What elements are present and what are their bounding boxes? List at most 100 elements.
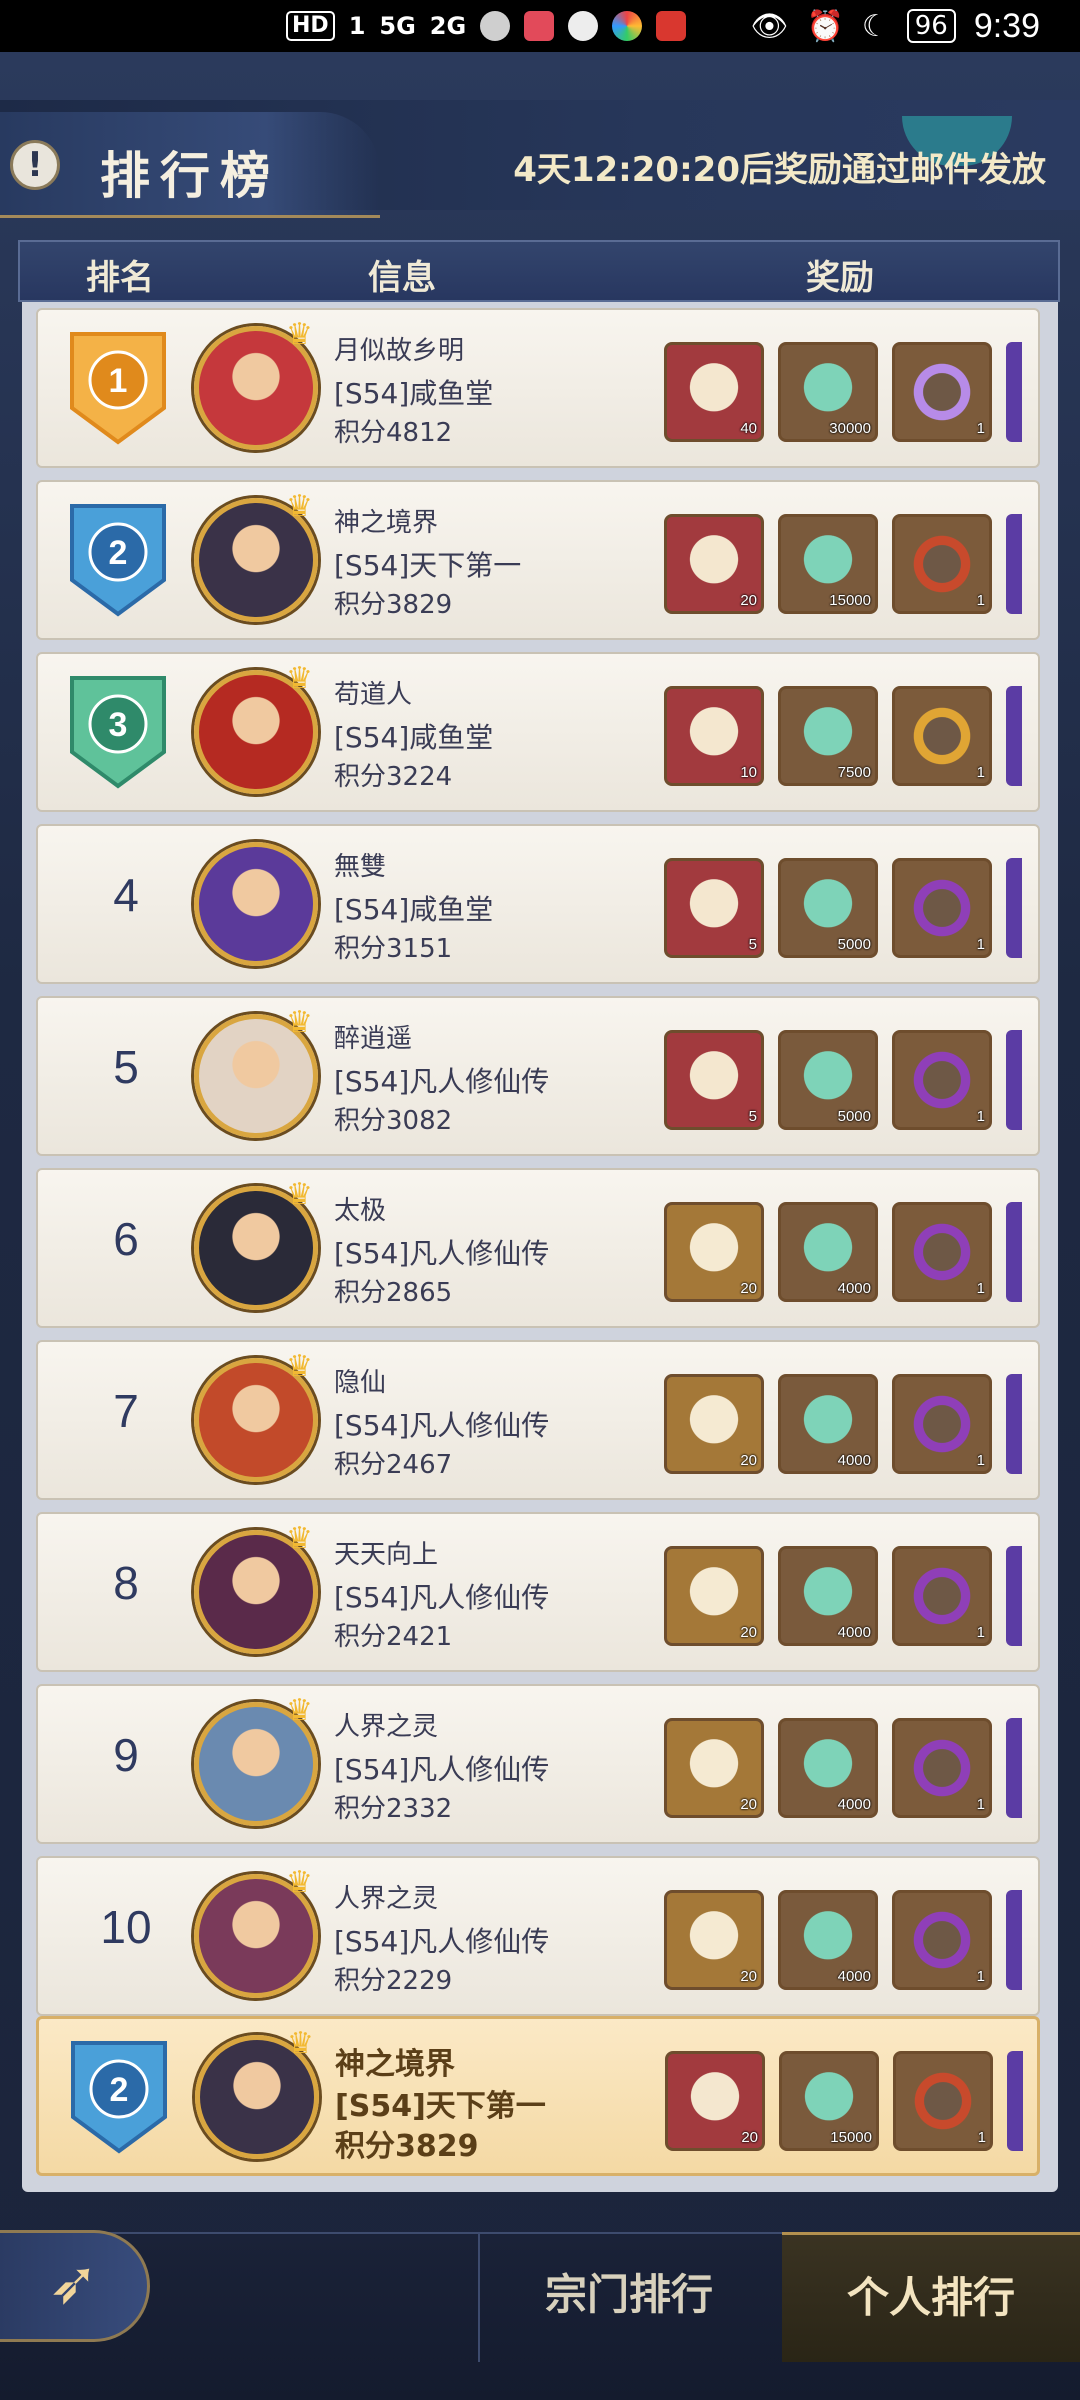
player-guild: [S54]凡人修仙传 (334, 1753, 550, 1786)
scroll-reward-icon[interactable]: 5 (664, 1030, 764, 1130)
app-notification-icon (568, 11, 599, 41)
leaderboard-row[interactable]: 8 ♛ 天天向上 [S54]凡人修仙传 积分2421 20 4000 1 (36, 1512, 1040, 1672)
rank-number: 7 (113, 1385, 139, 1437)
reward-quantity: 10 (740, 764, 757, 781)
svg-text:2: 2 (109, 534, 128, 572)
more-rewards-edge (1006, 686, 1022, 786)
reward-quantity: 1 (976, 1280, 985, 1297)
ring-reward-icon[interactable]: 1 (892, 1202, 992, 1302)
signal-2g: 2G (429, 12, 467, 40)
ring-reward-icon[interactable]: 1 (893, 2051, 993, 2151)
player-score: 积分3829 (335, 2129, 479, 2164)
column-header-rank: 排名 (86, 258, 154, 298)
svg-text:2: 2 (110, 2071, 129, 2109)
leaderboard-row[interactable]: 9 ♛ 人界之灵 [S54]凡人修仙传 积分2332 20 4000 1 (36, 1684, 1040, 1844)
player-score: 积分4812 (334, 418, 453, 448)
scroll-reward-icon[interactable]: 20 (664, 514, 764, 614)
signal-5g: 5G (379, 12, 416, 40)
player-guild: [S54]咸鱼堂 (334, 721, 494, 754)
jade-reward-icon[interactable]: 4000 (778, 1202, 878, 1302)
reward-quantity: 4000 (837, 1452, 871, 1469)
player-score: 积分2865 (334, 1278, 453, 1308)
reward-quantity: 1 (976, 936, 985, 953)
scroll-reward-icon[interactable]: 5 (664, 858, 764, 958)
scroll-reward-icon[interactable]: 20 (665, 2051, 765, 2151)
leaderboard-row[interactable]: 10 ♛ 人界之灵 [S54]凡人修仙传 积分2229 20 4000 1 (36, 1856, 1040, 2016)
tab-personal-ranking[interactable]: 个人排行 (782, 2232, 1080, 2362)
app-notification-icon (480, 11, 511, 41)
player-name: 人界之灵 (334, 1884, 439, 1914)
tab-guild-ranking[interactable]: 宗门排行 (478, 2232, 778, 2362)
jade-reward-icon[interactable]: 4000 (778, 1718, 878, 1818)
scroll-reward-icon[interactable]: 20 (664, 1546, 764, 1646)
jade-reward-icon[interactable]: 15000 (779, 2051, 879, 2151)
player-name: 神之境界 (334, 508, 439, 538)
scroll-reward-icon[interactable]: 20 (664, 1718, 764, 1818)
player-guild: [S54]咸鱼堂 (334, 893, 494, 926)
leaderboard-row[interactable]: 5 ♛ 醉逍遥 [S54]凡人修仙传 积分3082 5 5000 1 (36, 996, 1040, 1156)
jade-reward-icon[interactable]: 4000 (778, 1890, 878, 1990)
player-score: 积分3151 (334, 934, 453, 964)
exclamation-icon[interactable]: ! (10, 140, 60, 190)
player-avatar[interactable] (194, 842, 318, 966)
jade-reward-icon[interactable]: 30000 (778, 342, 878, 442)
reward-quantity: 1 (976, 420, 985, 437)
more-rewards-edge (1006, 342, 1022, 442)
scroll-reward-icon[interactable]: 20 (664, 1202, 764, 1302)
reward-quantity: 4000 (837, 1968, 871, 1985)
scroll-reward-icon[interactable]: 20 (664, 1374, 764, 1474)
reward-quantity: 1 (976, 1796, 985, 1813)
player-name: 月似故乡明 (334, 336, 465, 366)
reward-quantity: 20 (740, 1968, 757, 1985)
jade-reward-icon[interactable]: 15000 (778, 514, 878, 614)
crown-icon: ♛ (286, 1693, 313, 1728)
ring-reward-icon[interactable]: 1 (892, 1374, 992, 1474)
ring-reward-icon[interactable]: 1 (892, 686, 992, 786)
jade-reward-icon[interactable]: 4000 (778, 1546, 878, 1646)
jade-reward-icon[interactable]: 4000 (778, 1374, 878, 1474)
jade-reward-icon[interactable]: 7500 (778, 686, 878, 786)
player-name: 神之境界 (335, 2047, 455, 2082)
player-score: 积分2421 (334, 1622, 453, 1652)
leaderboard-row[interactable]: 2 ♛ 神之境界 [S54]天下第一 积分3829 20 15000 1 (36, 480, 1040, 640)
more-rewards-edge (1006, 1718, 1022, 1818)
ring-reward-icon[interactable]: 1 (892, 1030, 992, 1130)
leaderboard-row[interactable]: 7 ♛ 隐仙 [S54]凡人修仙传 积分2467 20 4000 1 (36, 1340, 1040, 1500)
ring-reward-icon[interactable]: 1 (892, 858, 992, 958)
scroll-reward-icon[interactable]: 20 (664, 1890, 764, 1990)
app-notification-icon (524, 11, 555, 41)
ring-reward-icon[interactable]: 1 (892, 514, 992, 614)
player-guild: [S54]凡人修仙传 (334, 1581, 550, 1614)
crown-icon: ♛ (286, 317, 313, 352)
ring-reward-icon[interactable]: 1 (892, 1718, 992, 1818)
reward-quantity: 1 (976, 1452, 985, 1469)
leaderboard-row[interactable]: 4 無雙 [S54]咸鱼堂 积分3151 5 5000 1 (36, 824, 1040, 984)
reward-quantity: 40 (740, 420, 757, 437)
leaderboard-row[interactable]: 1 ♛ 月似故乡明 [S54]咸鱼堂 积分4812 40 30000 1 (36, 308, 1040, 468)
leaderboard-row[interactable]: 6 ♛ 太极 [S54]凡人修仙传 积分2865 20 4000 1 (36, 1168, 1040, 1328)
table-header: 排名 信息 奖励 (18, 240, 1060, 302)
more-rewards-edge (1006, 514, 1022, 614)
leaderboard-row[interactable]: 3 ♛ 苟道人 [S54]咸鱼堂 积分3224 10 7500 1 (36, 652, 1040, 812)
player-score: 积分2332 (334, 1794, 453, 1824)
reward-quantity: 1 (976, 1968, 985, 1985)
reward-quantity: 20 (740, 1452, 757, 1469)
ring-reward-icon[interactable]: 1 (892, 342, 992, 442)
crown-icon: ♛ (286, 1521, 313, 1556)
scroll-reward-icon[interactable]: 40 (664, 342, 764, 442)
my-rank-row[interactable]: 2 ♛ 神之境界 [S54]天下第一 积分3829 20 15000 1 (36, 2016, 1040, 2176)
ring-reward-icon[interactable]: 1 (892, 1546, 992, 1646)
reward-quantity: 20 (740, 1796, 757, 1813)
player-name: 隐仙 (334, 1368, 387, 1398)
player-score: 积分3082 (334, 1106, 453, 1136)
scroll-reward-icon[interactable]: 10 (664, 686, 764, 786)
player-score: 积分3829 (334, 590, 453, 620)
page-title: 排行榜 (100, 147, 280, 205)
rank-number: 9 (113, 1729, 139, 1781)
rank-badge-icon: 1 (70, 332, 166, 445)
jade-reward-icon[interactable]: 5000 (778, 1030, 878, 1130)
jade-reward-icon[interactable]: 5000 (778, 858, 878, 958)
more-rewards-edge (1006, 858, 1022, 958)
crane-icon[interactable]: ➶ (0, 2230, 150, 2342)
ring-reward-icon[interactable]: 1 (892, 1890, 992, 1990)
